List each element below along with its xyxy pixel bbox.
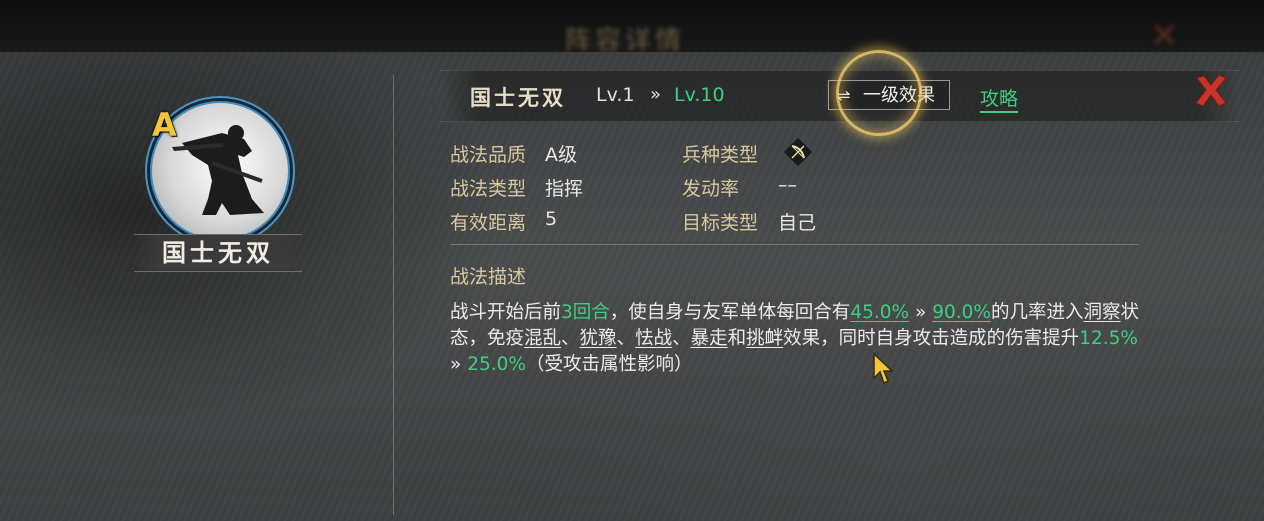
attr-skill-type-label: 战法类型	[450, 178, 527, 200]
desc-text: 效果，同时自身攻击造成的伤害提升	[783, 328, 1080, 349]
vertical-divider	[393, 75, 394, 515]
keyword-berserk[interactable]: 暴走	[691, 328, 728, 349]
attr-trigger-rate: 发动率 ––	[682, 174, 797, 201]
skill-grade-badge: A	[152, 106, 177, 144]
keyword-hesitation[interactable]: 犹豫	[580, 328, 617, 349]
desc-text: 、	[561, 328, 580, 349]
max-level: Lv.10	[674, 84, 725, 106]
desc-arrow-icon: »	[450, 354, 468, 375]
attr-trigger-rate-label: 发动率	[682, 178, 740, 200]
desc-text: 、	[616, 328, 636, 349]
desc-highlight-rate-max: 90.0%	[932, 302, 991, 323]
close-icon	[1195, 74, 1227, 107]
desc-text: ，使自身与友军单体每回合有	[609, 302, 851, 323]
keyword-fear[interactable]: 怯战	[635, 328, 672, 349]
desc-highlight-damage-max: 25.0%	[467, 354, 526, 375]
desc-highlight-rate-min: 45.0%	[850, 302, 910, 323]
attr-quality-label: 战法品质	[450, 144, 527, 166]
attr-quality-value: A级	[545, 144, 577, 166]
desc-text: 、	[672, 328, 691, 349]
skill-title: 国士无双	[470, 86, 566, 110]
top-bar: 阵容详情 ✕	[0, 0, 1264, 56]
desc-text: （受攻击属性影响）	[525, 354, 693, 375]
keyword-insight[interactable]: 洞察	[1083, 302, 1120, 323]
desc-text: 战斗开始后前	[450, 302, 562, 323]
attr-target: 目标类型 自己	[682, 208, 816, 235]
desc-highlight-rounds: 3回合	[561, 302, 610, 323]
keyword-chaos[interactable]: 混乱	[524, 328, 561, 349]
desc-text: 和	[727, 328, 747, 349]
attr-target-label: 目标类型	[682, 212, 759, 234]
attr-target-value: 自己	[778, 212, 817, 234]
desc-text: 的几率进入	[990, 302, 1084, 323]
attr-range: 有效距离 5	[450, 208, 557, 235]
skill-description: 战斗开始后前3回合，使自身与友军单体每回合有45.0% » 90.0%的几率进入…	[450, 300, 1150, 378]
skill-name-plate: 国士无双	[134, 234, 302, 272]
mouse-cursor-icon	[873, 352, 894, 385]
section-divider	[450, 244, 1138, 245]
attr-quality: 战法品质 A级	[450, 140, 577, 167]
attr-skill-type: 战法类型 指挥	[450, 174, 583, 201]
tap-highlight-ring	[836, 50, 922, 136]
desc-arrow-icon: »	[909, 302, 933, 323]
desc-highlight-damage-min: 12.5%	[1079, 328, 1138, 349]
attr-range-label: 有效距离	[450, 212, 527, 234]
close-button[interactable]	[1192, 72, 1230, 110]
attr-troop-type-label: 兵种类型	[682, 144, 759, 166]
attr-troop-type: 兵种类型	[682, 140, 758, 167]
blurred-close-icon: ✕	[1150, 16, 1179, 56]
current-level: Lv.1	[596, 84, 635, 106]
attr-trigger-rate-value: ––	[778, 174, 797, 196]
attr-skill-type-value: 指挥	[545, 178, 584, 200]
level-arrow-icon: »	[650, 84, 662, 105]
description-title: 战法描述	[450, 266, 527, 288]
bow-icon	[783, 137, 813, 167]
attr-range-value: 5	[545, 208, 558, 230]
keyword-taunt[interactable]: 挑衅	[746, 328, 783, 349]
guide-link[interactable]: 攻略	[980, 84, 1019, 113]
